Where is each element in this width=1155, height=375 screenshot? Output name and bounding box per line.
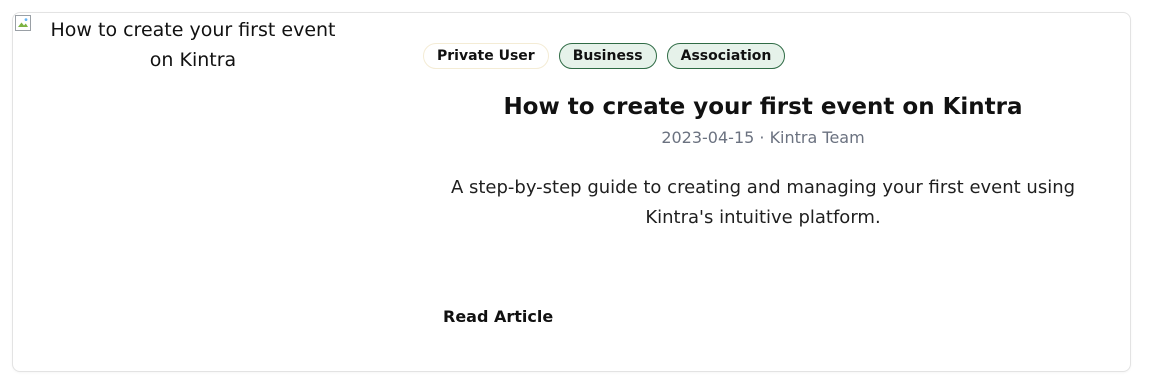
meta-separator: · [754, 128, 770, 147]
read-article-link[interactable]: Read Article [443, 307, 553, 326]
tag-association[interactable]: Association [666, 43, 786, 69]
tag-private-user[interactable]: Private User [423, 43, 549, 69]
article-image[interactable]: How to create your first event on Kintra [13, 13, 373, 371]
article-author: Kintra Team [769, 128, 865, 147]
article-card: How to create your first event on Kintra… [12, 12, 1131, 372]
audience-tags: Private User Business Association [423, 43, 786, 69]
article-image-alt-text: How to create your first event on Kintra [50, 19, 336, 71]
broken-image-icon [15, 15, 31, 31]
article-description: A step-by-step guide to creating and man… [450, 177, 1076, 228]
article-content: How to create your first event on Kintra… [443, 91, 1083, 233]
article-title: How to create your first event on Kintra [503, 94, 1023, 120]
article-meta: 2023-04-15 · Kintra Team [443, 127, 1083, 149]
tag-business[interactable]: Business [558, 43, 657, 69]
article-date: 2023-04-15 [661, 128, 755, 147]
